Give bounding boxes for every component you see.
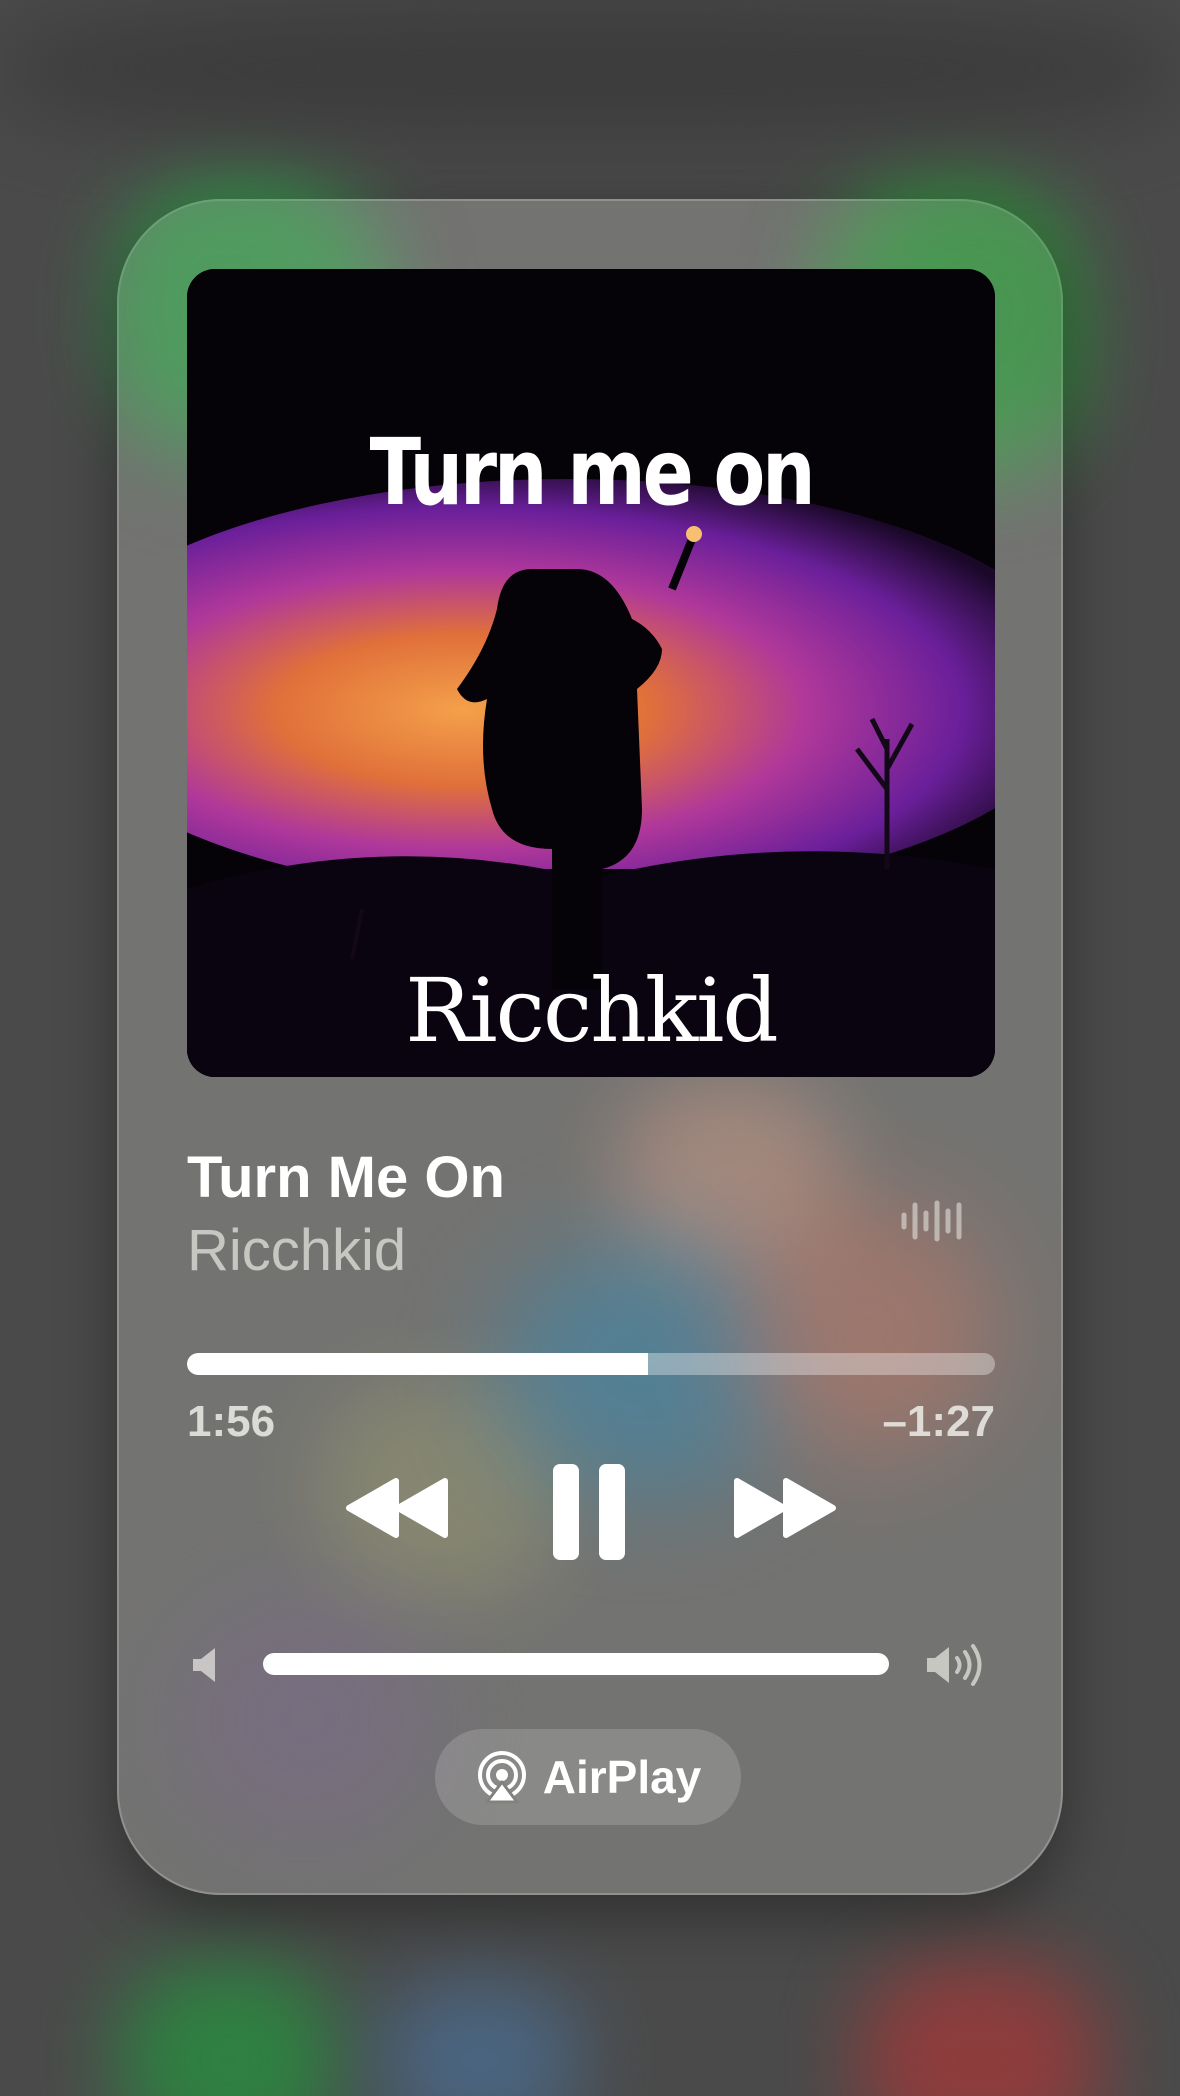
fast-forward-button[interactable] bbox=[731, 1473, 841, 1543]
pause-icon bbox=[553, 1464, 625, 1560]
album-artwork[interactable]: Turn me on Ricchkid bbox=[187, 269, 995, 1077]
rewind-button[interactable] bbox=[341, 1473, 451, 1543]
progress-fill bbox=[187, 1353, 648, 1375]
artwork-title-text: Turn me on bbox=[369, 419, 816, 526]
pause-button[interactable] bbox=[551, 1462, 627, 1562]
artwork-artist-text: Ricchkid bbox=[405, 959, 778, 1062]
time-elapsed: 1:56 bbox=[187, 1397, 276, 1446]
airplay-label: AirPlay bbox=[542, 1751, 702, 1803]
song-artist[interactable]: Ricchkid bbox=[187, 1217, 406, 1284]
volume-fill bbox=[263, 1653, 889, 1675]
album-artwork-image bbox=[187, 269, 995, 1077]
time-remaining: –1:27 bbox=[882, 1397, 995, 1446]
airplay-button[interactable]: AirPlay bbox=[435, 1729, 741, 1825]
volume-low-icon bbox=[193, 1648, 215, 1682]
volume-high-icon bbox=[927, 1644, 982, 1686]
playback-progress-bar[interactable] bbox=[187, 1353, 995, 1375]
backward-icon bbox=[346, 1478, 448, 1538]
audio-waveform-icon[interactable] bbox=[900, 1199, 966, 1243]
forward-icon bbox=[734, 1478, 836, 1538]
volume-slider[interactable] bbox=[263, 1653, 889, 1675]
song-title: Turn Me On bbox=[187, 1145, 505, 1210]
airplay-icon bbox=[477, 1751, 526, 1804]
now-playing-widget: Turn me on Ricchkid Turn Me On Ricchkid … bbox=[117, 199, 1063, 1895]
